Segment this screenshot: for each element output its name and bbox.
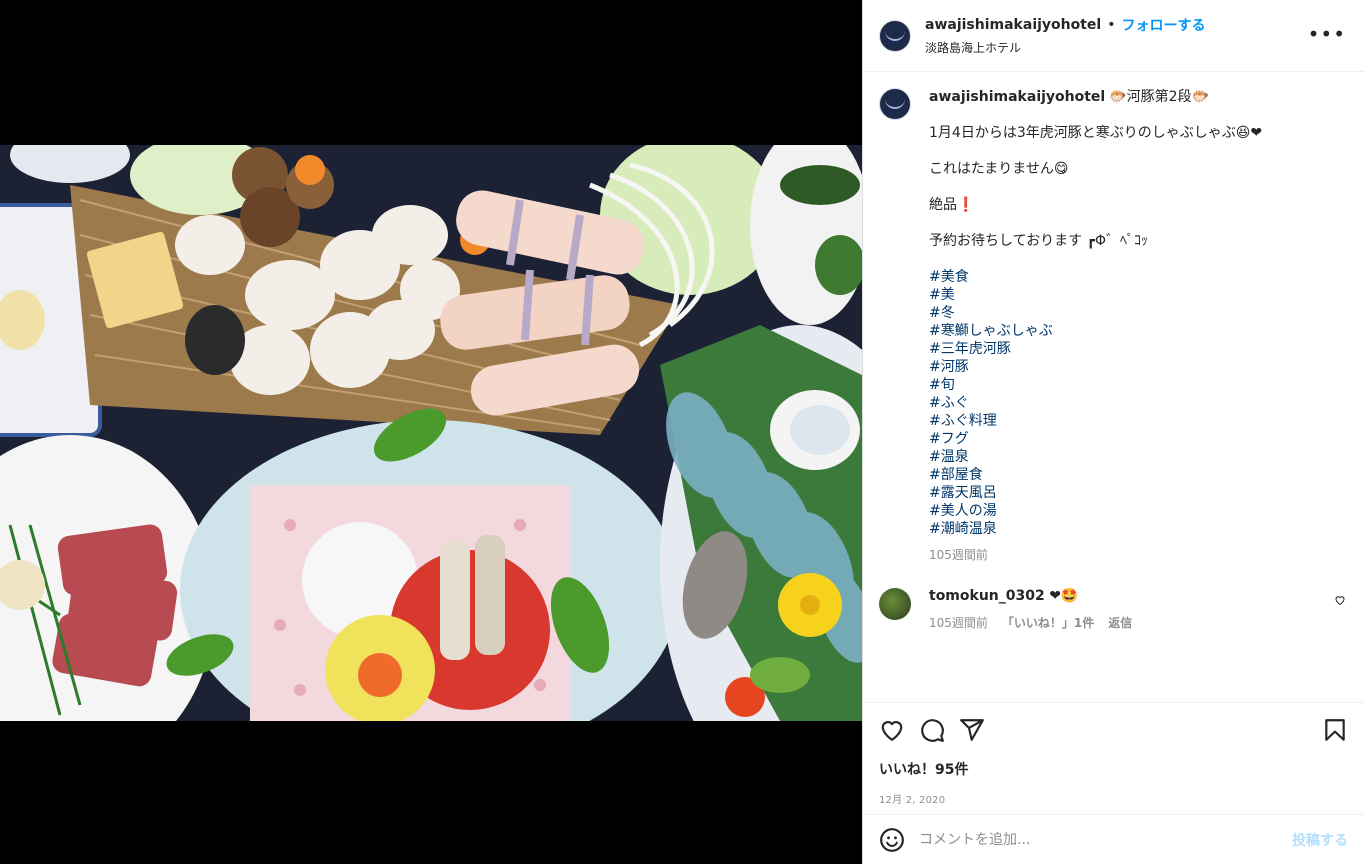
hashtag-link[interactable]: #美人の湯 — [929, 502, 1329, 520]
hashtag-link[interactable]: #河豚 — [929, 358, 1329, 376]
hashtag-link[interactable]: #フグ — [929, 430, 1329, 448]
caption-line: 1月4日からは3年虎河豚と寒ぶりのしゃぶしゃぶ😆❤ — [929, 125, 1263, 141]
comment-icon[interactable] — [919, 717, 945, 743]
hotel-logo-icon — [885, 31, 905, 41]
comment-row: tomokun_0302 ❤🤩 105週間前 「いいね！」1件 返信 — [879, 588, 1348, 631]
hashtag-link[interactable]: #ふぐ — [929, 394, 1329, 412]
caption-title: 🐡河豚第2段🐡 — [1109, 89, 1210, 105]
likes-count[interactable]: いいね！95件 — [879, 759, 1348, 779]
post-header: awajishimakaijyohotel • フォローする 淡路島海上ホテル … — [863, 0, 1364, 72]
hashtag-link[interactable]: #美食 — [929, 268, 1329, 286]
caption-body: awajishimakaijyohotel 🐡河豚第2段🐡 1月4日からは3年虎… — [929, 88, 1329, 564]
hashtag-link[interactable]: #美 — [929, 286, 1329, 304]
header-top-line: awajishimakaijyohotel • フォローする — [925, 15, 1206, 35]
share-icon[interactable] — [959, 717, 985, 743]
follow-button[interactable]: フォローする — [1122, 15, 1206, 35]
hashtag-link[interactable]: #ふぐ料理 — [929, 412, 1329, 430]
caption-line: 予約お待ちしております ┏Φ゛ﾍﾟｺｯ — [929, 233, 1149, 249]
comment-likes-count[interactable]: 「いいね！」1件 — [1002, 614, 1094, 631]
heart-icon[interactable] — [879, 717, 905, 743]
emoji-icon[interactable] — [879, 827, 905, 853]
hashtag-link[interactable]: #旬 — [929, 376, 1329, 394]
post-modal: awajishimakaijyohotel • フォローする 淡路島海上ホテル … — [0, 0, 1364, 864]
caption-timestamp[interactable]: 105週間前 — [929, 546, 1329, 564]
post-side-panel: awajishimakaijyohotel • フォローする 淡路島海上ホテル … — [862, 0, 1364, 864]
comment-body: tomokun_0302 ❤🤩 105週間前 「いいね！」1件 返信 — [929, 588, 1132, 631]
hashtag-link[interactable]: #温泉 — [929, 448, 1329, 466]
reply-button[interactable]: 返信 — [1108, 614, 1132, 631]
commenter-avatar[interactable] — [879, 588, 911, 620]
caption-row: awajishimakaijyohotel 🐡河豚第2段🐡 1月4日からは3年虎… — [879, 88, 1348, 564]
more-options-icon[interactable]: ••• — [1308, 24, 1346, 44]
hashtag-link[interactable]: #潮崎温泉 — [929, 520, 1329, 538]
location-link[interactable]: 淡路島海上ホテル — [925, 39, 1206, 56]
comment-bar: 投稿する — [863, 814, 1364, 864]
hashtag-link[interactable]: #三年虎河豚 — [929, 340, 1329, 358]
header-text: awajishimakaijyohotel • フォローする 淡路島海上ホテル — [925, 15, 1206, 56]
post-photo[interactable] — [0, 145, 862, 721]
caption-line: これはたまりません😋 — [929, 161, 1069, 177]
comment-like-heart-icon[interactable] — [1334, 594, 1346, 606]
profile-avatar[interactable] — [879, 19, 911, 52]
comments-list[interactable]: awajishimakaijyohotel 🐡河豚第2段🐡 1月4日からは3年虎… — [863, 72, 1364, 702]
post-comment-button[interactable]: 投稿する — [1292, 830, 1348, 850]
comment-timestamp[interactable]: 105週間前 — [929, 614, 988, 631]
media-pane — [0, 0, 862, 864]
action-bar: いいね！95件 12月 2, 2020 — [863, 702, 1364, 814]
comment-input[interactable] — [919, 831, 1292, 848]
caption-avatar[interactable] — [879, 88, 911, 120]
hashtag-link[interactable]: #露天風呂 — [929, 484, 1329, 502]
hashtag-link[interactable]: #部屋食 — [929, 466, 1329, 484]
caption-username[interactable]: awajishimakaijyohotel — [929, 88, 1105, 106]
hashtag-list: #美食 #美 #冬 #寒鰤しゃぶしゃぶ #三年虎河豚 #河豚 #旬 #ふぐ #ふ… — [929, 268, 1329, 538]
comment-text: ❤🤩 — [1049, 588, 1079, 604]
hashtag-link[interactable]: #冬 — [929, 304, 1329, 322]
action-icons — [879, 715, 1348, 745]
caption-line: 絶品❗ — [929, 197, 975, 213]
caption-first-line: awajishimakaijyohotel 🐡河豚第2段🐡 — [929, 88, 1329, 106]
hotel-logo-icon — [885, 99, 905, 109]
post-date[interactable]: 12月 2, 2020 — [879, 791, 1348, 806]
bookmark-icon[interactable] — [1322, 717, 1348, 743]
hashtag-link[interactable]: #寒鰤しゃぶしゃぶ — [929, 322, 1329, 340]
author-username[interactable]: awajishimakaijyohotel — [925, 17, 1101, 33]
comment-meta: 105週間前 「いいね！」1件 返信 — [929, 614, 1132, 631]
separator-dot: • — [1107, 17, 1116, 33]
commenter-username[interactable]: tomokun_0302 — [929, 588, 1045, 604]
